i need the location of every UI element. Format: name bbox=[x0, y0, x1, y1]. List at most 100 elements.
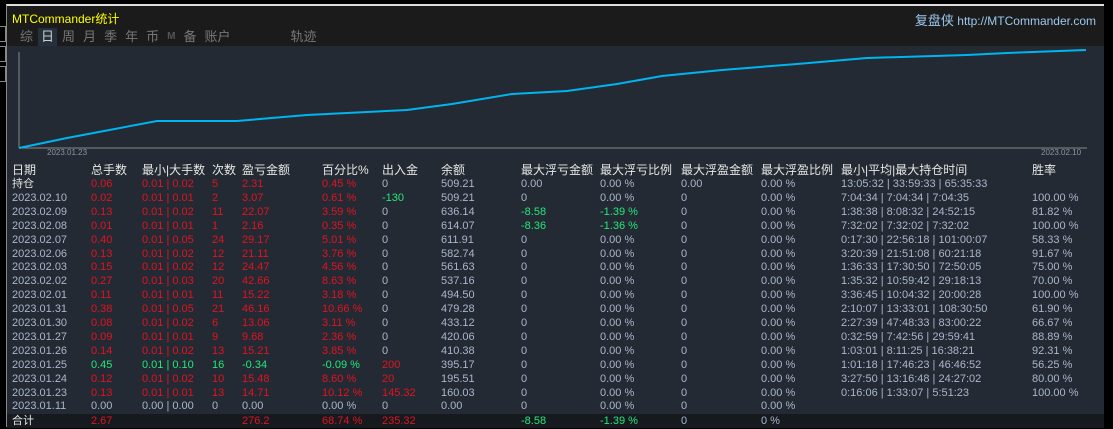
table-row: 2023.01.27 0.09 0.01 | 0.01 9 9.68 2.36 % 0 420… bbox=[7, 330, 1104, 344]
cell-minmax: 0.01 | 0.01 bbox=[142, 330, 194, 343]
cell-bal: 561.63 bbox=[441, 261, 475, 274]
cell-count: 21 bbox=[212, 303, 225, 316]
tab-1[interactable]: 日 bbox=[38, 28, 58, 46]
cell-total: 0.13 bbox=[91, 205, 113, 218]
cell-fw: 0 bbox=[681, 191, 688, 204]
cell-minmax: 0.01 | 0.02 bbox=[142, 178, 194, 190]
cell-fw: 0 bbox=[681, 303, 688, 316]
cell-win: 92.31 % bbox=[1032, 344, 1073, 357]
cell-bal: 433.12 bbox=[441, 317, 475, 329]
cell-count: 12 bbox=[212, 247, 225, 260]
column-header[interactable]: 最小|平均|最大持仓时间 bbox=[841, 163, 967, 177]
column-header[interactable]: 次数 bbox=[212, 163, 236, 177]
brand[interactable]: 复盘侠 http://MTCommander.com bbox=[915, 10, 1096, 29]
table-row: 2023.02.03 0.15 0.01 | 0.02 12 24.47 4.56 % 0 5… bbox=[7, 260, 1104, 274]
column-header[interactable]: 胜率 bbox=[1032, 163, 1056, 177]
cell-flp: 0.00 % bbox=[600, 178, 635, 190]
cell-count: 13 bbox=[212, 386, 225, 399]
tab-bar: 综日周月季年币 M 备账户 轨迹 bbox=[17, 28, 322, 46]
cell-win: 70.00 % bbox=[1032, 275, 1073, 288]
stats-panel: MTCommander统计 复盘侠 http://MTCommander.com… bbox=[6, 4, 1104, 429]
cell-pct: 4.56 % bbox=[322, 261, 357, 274]
column-header[interactable]: 最大浮盈金额 bbox=[681, 163, 753, 177]
cell-fw: 0 bbox=[681, 344, 688, 357]
cell-inout: 0 bbox=[382, 219, 389, 232]
column-header[interactable]: 盈亏金额 bbox=[242, 163, 290, 177]
column-header[interactable]: 最小|大手数 bbox=[142, 163, 205, 177]
cell-pct: 8.60 % bbox=[322, 372, 357, 385]
cell-inout: 0 bbox=[382, 247, 389, 260]
column-header[interactable]: 日期 bbox=[12, 163, 36, 177]
cell-minmax: 0.01 | 0.02 bbox=[142, 205, 194, 218]
cell-bal: 636.14 bbox=[441, 205, 475, 218]
column-header[interactable]: 总手数 bbox=[91, 163, 127, 177]
total-flp: -1.39 % bbox=[600, 415, 638, 428]
cell-count: 12 bbox=[212, 261, 225, 274]
tab-4[interactable]: 季 bbox=[101, 28, 120, 46]
column-header[interactable]: 最大浮亏金额 bbox=[521, 163, 593, 177]
cell-fl: 0 bbox=[521, 247, 528, 260]
cell-fw: 0 bbox=[681, 275, 688, 288]
cell-date: 2023.01.27 bbox=[12, 330, 68, 343]
cell-flp: -1.36 % bbox=[600, 219, 638, 232]
cell-total: 0.38 bbox=[91, 303, 113, 316]
tab-0[interactable]: 综 bbox=[17, 28, 36, 46]
tab-6[interactable]: 币 bbox=[143, 28, 162, 46]
cell-flp: 0.00 % bbox=[600, 275, 635, 288]
cell-fwp: 0.00 % bbox=[761, 400, 796, 413]
cell-pnl: 2.16 bbox=[242, 219, 264, 232]
table-row: 2023.02.01 0.11 0.01 | 0.01 11 15.22 3.18 % 0 4… bbox=[7, 288, 1104, 302]
column-header[interactable]: 出入金 bbox=[382, 163, 418, 177]
cell-bal: 494.50 bbox=[441, 289, 475, 302]
total-fwp: 0 % bbox=[761, 415, 780, 428]
cell-inout: 0 bbox=[382, 400, 389, 413]
tab-2[interactable]: 周 bbox=[59, 28, 78, 46]
cell-pct: 10.66 % bbox=[322, 303, 363, 316]
cell-flp: 0.00 % bbox=[600, 303, 635, 316]
cell-inout: 0 bbox=[382, 261, 389, 274]
tab-7[interactable]: M bbox=[164, 28, 178, 46]
column-header[interactable]: 最大浮亏比例 bbox=[600, 163, 672, 177]
tab-8[interactable]: 备 bbox=[180, 28, 199, 46]
total-inout: 235.32 bbox=[382, 415, 416, 428]
column-header[interactable]: 百分比% bbox=[322, 163, 369, 177]
cell-pct: 3.59 % bbox=[322, 205, 357, 218]
cell-inout: 0 bbox=[382, 303, 389, 316]
cell-inout: 0 bbox=[382, 330, 389, 343]
tab-9[interactable]: 账户 bbox=[201, 28, 233, 46]
cell-inout: 0 bbox=[382, 275, 389, 288]
cell-fwp: 0.00 % bbox=[761, 247, 796, 260]
cell-fwp: 0.00 % bbox=[761, 303, 796, 316]
cell-pct: 3.76 % bbox=[322, 247, 357, 260]
cell-fl: 0 bbox=[521, 233, 528, 246]
tab-5[interactable]: 年 bbox=[122, 28, 141, 46]
tab-10[interactable]: 轨迹 bbox=[287, 28, 319, 46]
cell-pct: 10.12 % bbox=[322, 386, 363, 399]
cell-fw: 0 bbox=[681, 247, 688, 260]
cell-count: 6 bbox=[212, 317, 219, 329]
cell-win: 100.00 % bbox=[1032, 386, 1079, 399]
cell-minmax: 0.01 | 0.05 bbox=[142, 233, 194, 246]
cell-time: 13:05:32 | 33:59:33 | 65:35:33 bbox=[841, 178, 988, 190]
cell-fwp: 0.00 % bbox=[761, 344, 796, 357]
column-header[interactable]: 最大浮盈比例 bbox=[761, 163, 833, 177]
cell-count: 10 bbox=[212, 372, 225, 385]
cell-fw: 0 bbox=[681, 400, 688, 413]
cell-count: 24 bbox=[212, 233, 225, 246]
cell-minmax: 0.01 | 0.01 bbox=[142, 219, 194, 232]
table-row: 2023.01.25 0.45 0.01 | 0.10 16 -0.34 -0.09 % 2… bbox=[7, 358, 1104, 372]
cell-total: 0.06 bbox=[91, 178, 113, 190]
table-row: 2023.01.24 0.12 0.01 | 0.02 10 15.48 8.60 % 20… bbox=[7, 372, 1104, 386]
cell-time: 3:27:50 | 13:16:48 | 24:27:02 bbox=[841, 372, 982, 385]
column-header[interactable]: 余额 bbox=[441, 163, 465, 177]
cell-minmax: 0.01 | 0.03 bbox=[142, 275, 194, 288]
cell-date: 2023.02.09 bbox=[12, 205, 68, 218]
cell-date: 2023.01.31 bbox=[12, 303, 68, 316]
brand-url-link[interactable]: http://MTCommander.com bbox=[957, 14, 1096, 28]
tab-3[interactable]: 月 bbox=[80, 28, 99, 46]
cell-bal: 479.28 bbox=[441, 303, 475, 316]
table-row: 2023.01.31 0.38 0.01 | 0.05 21 46.16 10.66 % 0… bbox=[7, 302, 1104, 316]
cell-bal: 582.74 bbox=[441, 247, 475, 260]
cell-inout: 200 bbox=[382, 358, 401, 371]
cell-count: 11 bbox=[212, 205, 224, 218]
